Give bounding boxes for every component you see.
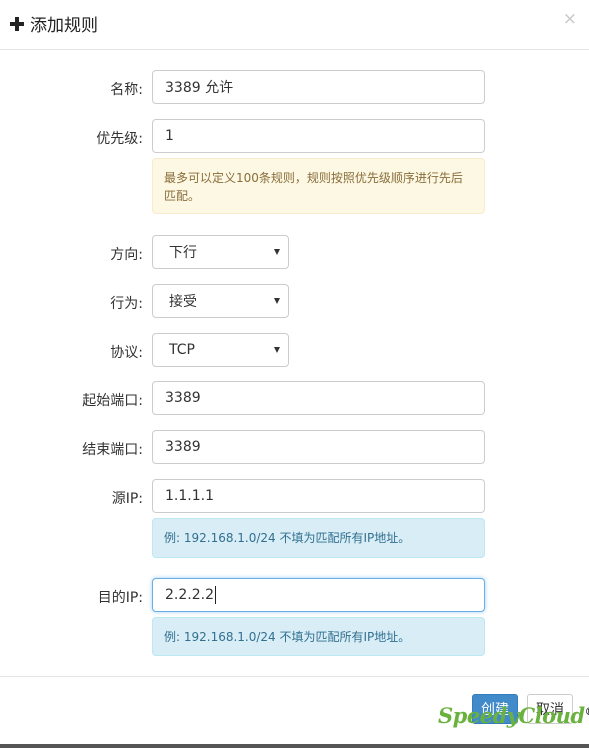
modal-header: 添加规则 ×	[0, 0, 589, 50]
modal-title-text: 添加规则	[30, 16, 98, 36]
bottom-divider	[0, 744, 589, 748]
source-ip-hint: 例: 192.168.1.0/24 不填为匹配所有IP地址。	[152, 518, 485, 558]
protocol-value: TCP	[169, 342, 195, 358]
source-ip-input[interactable]: 1.1.1.1	[152, 479, 485, 513]
dest-ip-value: 2.2.2.2	[165, 587, 214, 603]
end-port-value: 3389	[165, 439, 201, 455]
text-caret	[214, 586, 216, 604]
chevron-down-icon	[274, 298, 280, 304]
watermark-reg: ®	[585, 707, 589, 718]
protocol-label: 协议:	[110, 345, 143, 361]
direction-label: 方向:	[110, 247, 143, 263]
action-select[interactable]: 接受	[152, 284, 289, 318]
priority-hint: 最多可以定义100条规则，规则按照优先级顺序进行先后匹配。	[152, 158, 485, 214]
dest-ip-input[interactable]: 2.2.2.2	[152, 578, 485, 612]
chevron-down-icon	[274, 347, 280, 353]
close-button[interactable]: ×	[563, 9, 577, 29]
dest-ip-label: 目的IP:	[97, 590, 143, 606]
direction-select[interactable]: 下行	[152, 235, 289, 269]
end-port-input[interactable]: 3389	[152, 430, 485, 464]
action-label: 行为:	[110, 296, 143, 312]
start-port-label: 起始端口:	[82, 393, 143, 409]
name-value: 3389 允许	[165, 80, 234, 96]
start-port-value: 3389	[165, 390, 201, 406]
end-port-label: 结束端口:	[82, 442, 143, 458]
name-label: 名称:	[110, 82, 143, 98]
priority-label: 优先级:	[96, 131, 143, 147]
source-ip-label: 源IP:	[111, 491, 143, 507]
start-port-input[interactable]: 3389	[152, 381, 485, 415]
watermark-logo: SpeedyCloud®	[438, 703, 589, 728]
priority-value: 1	[165, 128, 174, 144]
name-input[interactable]: 3389 允许	[152, 70, 485, 104]
plus-icon	[10, 16, 24, 31]
dest-ip-hint: 例: 192.168.1.0/24 不填为匹配所有IP地址。	[152, 617, 485, 656]
protocol-select[interactable]: TCP	[152, 333, 289, 367]
chevron-down-icon	[274, 249, 280, 255]
action-value: 接受	[169, 294, 197, 310]
watermark-text: SpeedyCloud	[438, 703, 585, 728]
direction-value: 下行	[169, 245, 197, 261]
priority-input[interactable]: 1	[152, 119, 485, 153]
source-ip-value: 1.1.1.1	[165, 488, 214, 504]
modal-title: 添加规则	[10, 11, 98, 36]
